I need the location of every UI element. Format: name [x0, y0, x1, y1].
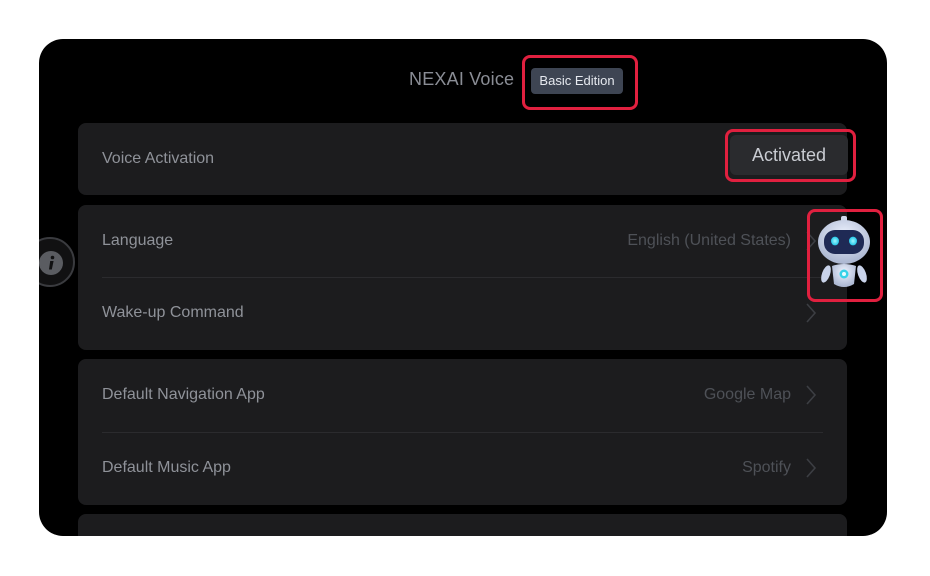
language-value: English (United States) [627, 232, 791, 249]
activated-button[interactable]: Activated [730, 135, 848, 175]
edition-badge[interactable]: Basic Edition [531, 68, 623, 94]
chevron-right-icon [806, 303, 817, 323]
language-label: Language [102, 232, 174, 249]
navigation-app-label: Default Navigation App [102, 386, 265, 403]
robot-assistant-icon[interactable] [810, 212, 878, 296]
header: NEXAI Voice Basic Edition [39, 39, 887, 123]
navigation-app-row[interactable]: Default Navigation App Google Map [78, 359, 847, 432]
app-title: NEXAI Voice [409, 69, 515, 89]
info-icon[interactable] [39, 237, 75, 287]
language-row[interactable]: Language English (United States) [78, 205, 847, 278]
chevron-right-icon [806, 458, 817, 478]
music-app-label: Default Music App [102, 459, 231, 476]
music-app-value: Spotify [742, 459, 791, 476]
wakeup-command-row[interactable]: Wake-up Command [78, 277, 847, 350]
info-glyph-icon [39, 251, 63, 275]
wakeup-command-label: Wake-up Command [102, 304, 244, 321]
next-settings-card [78, 514, 847, 536]
navigation-app-value: Google Map [703, 386, 791, 403]
default-apps-card: Default Navigation App Google Map Defaul… [78, 359, 847, 505]
music-app-row[interactable]: Default Music App Spotify [78, 432, 847, 505]
voice-activation-label: Voice Activation [102, 150, 215, 167]
chevron-right-icon [806, 385, 817, 405]
language-card: Language English (United States) Wake-up… [78, 205, 847, 350]
voice-settings-screen: NEXAI Voice Basic Edition Voice Activati… [39, 39, 887, 536]
